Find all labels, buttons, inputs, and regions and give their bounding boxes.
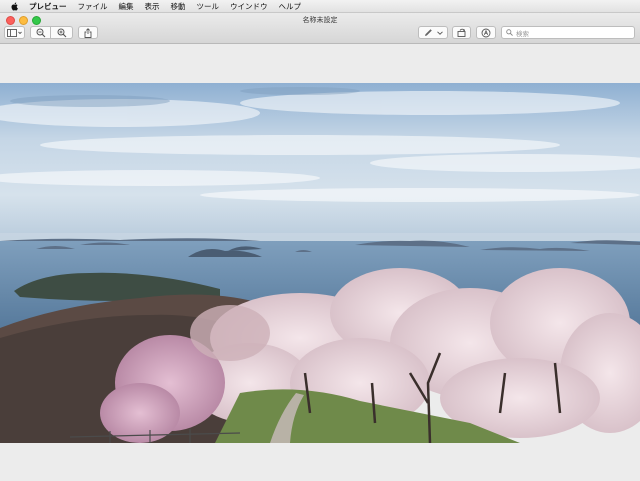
annotate-circle-icon: [481, 28, 491, 38]
document-canvas[interactable]: [0, 44, 640, 481]
search-placeholder: 検索: [516, 29, 529, 38]
menu-window[interactable]: ウインドウ: [230, 1, 268, 12]
cherry-blossom-landscape-photo: [0, 83, 640, 443]
zoom-in-icon: [57, 28, 67, 38]
menu-go[interactable]: 移動: [171, 1, 186, 12]
zoom-out-icon: [36, 28, 46, 38]
rotate-button[interactable]: [452, 26, 471, 39]
window-titlebar: 名称未設定 検索: [0, 13, 640, 44]
menu-bar: プレビュー ファイル 編集 表示 移動 ツール ウインドウ ヘルプ: [0, 0, 640, 13]
markup-button[interactable]: [418, 26, 448, 39]
window-title: 名称未設定: [302, 16, 338, 24]
sidebar-toggle-icon: [6, 28, 23, 37]
menu-view[interactable]: 表示: [145, 1, 160, 12]
menu-help[interactable]: ヘルプ: [279, 1, 302, 12]
annotate-button[interactable]: [476, 26, 496, 39]
zoom-out-button[interactable]: [30, 26, 51, 39]
pen-markup-icon: [424, 28, 443, 37]
apple-logo-icon[interactable]: [11, 1, 21, 11]
share-button[interactable]: [78, 26, 98, 39]
menu-preview[interactable]: プレビュー: [29, 1, 67, 12]
menu-file[interactable]: ファイル: [78, 1, 108, 12]
menu-edit[interactable]: 編集: [119, 1, 134, 12]
rotate-icon: [457, 28, 467, 37]
search-field[interactable]: 検索: [501, 26, 635, 39]
menu-tools[interactable]: ツール: [197, 1, 220, 12]
sidebar-toggle-button[interactable]: [4, 26, 25, 39]
share-icon: [84, 27, 92, 38]
zoom-in-button[interactable]: [51, 26, 73, 39]
search-icon: [506, 29, 513, 36]
